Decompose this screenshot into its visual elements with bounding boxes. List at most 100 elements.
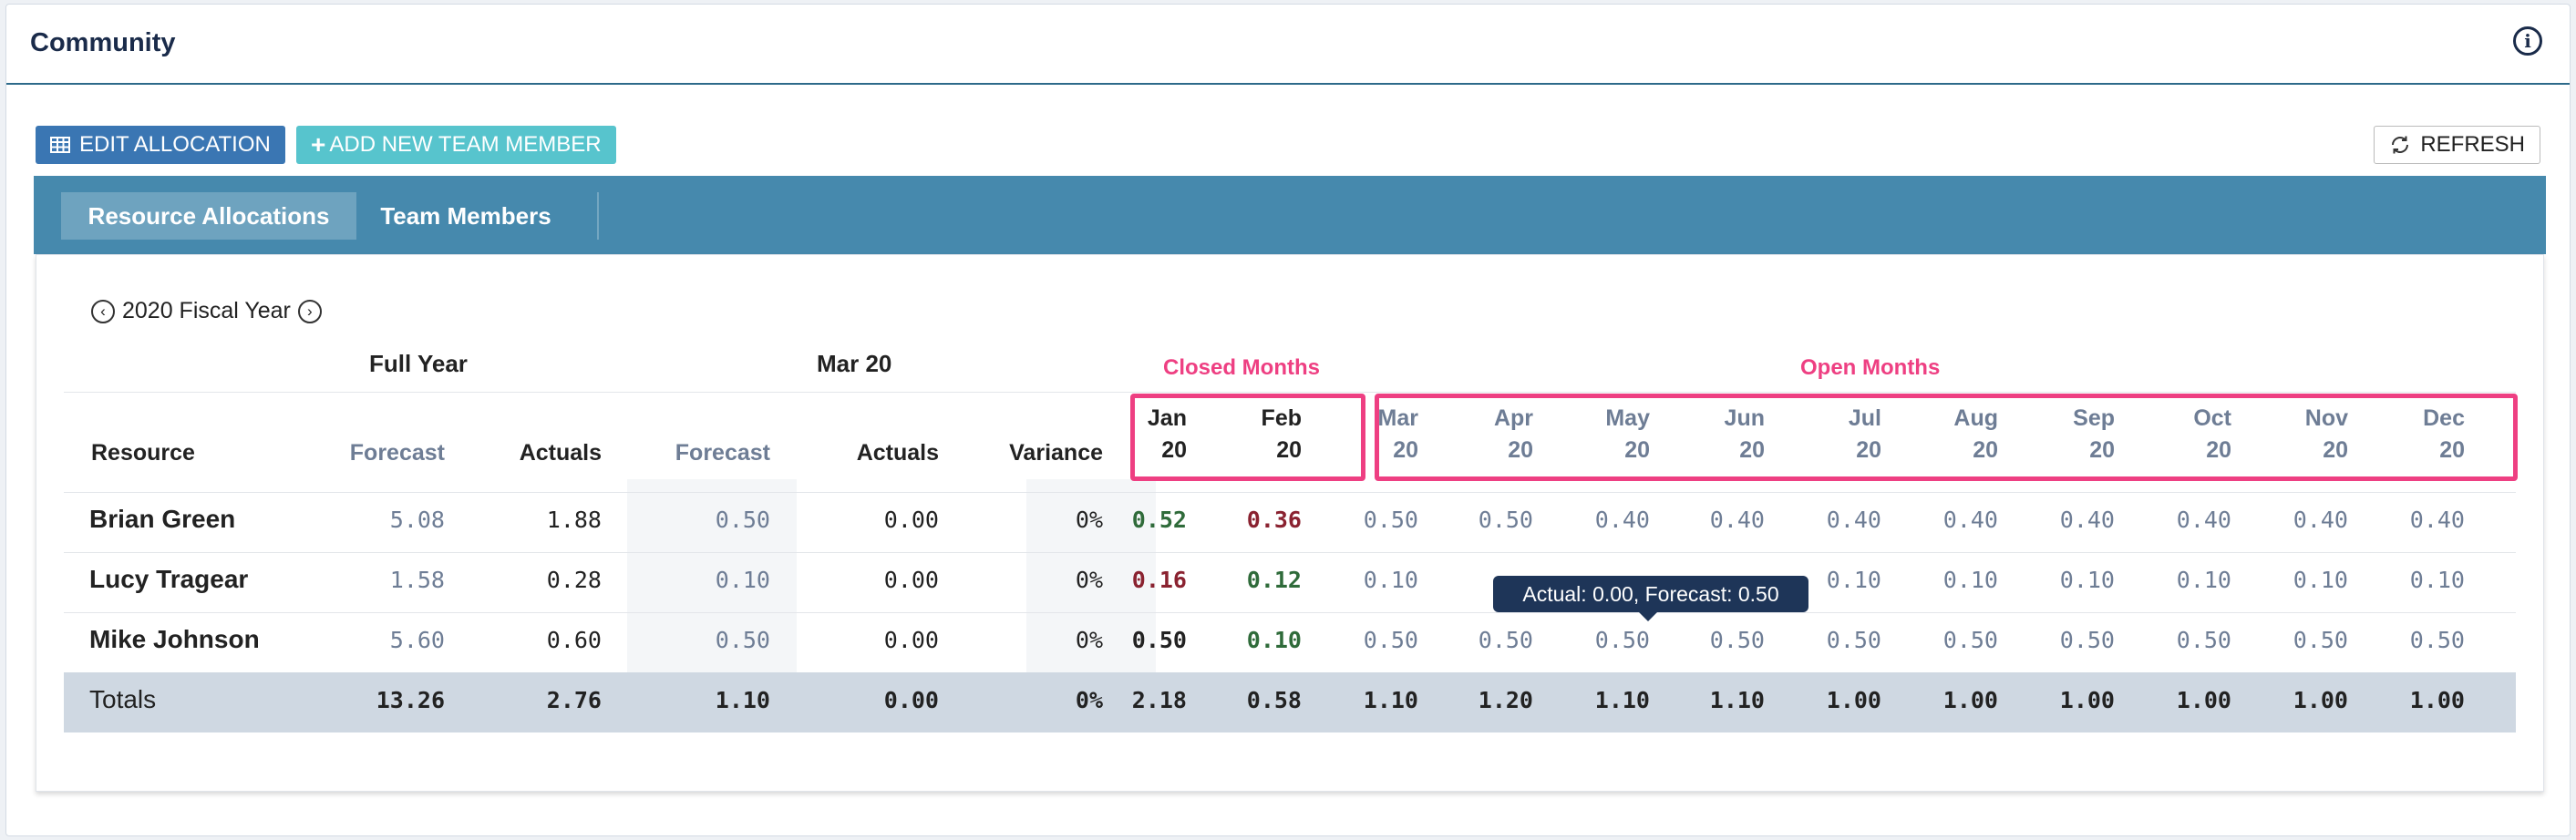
- chevron-right-icon[interactable]: ›: [297, 299, 322, 323]
- column-header-variance[interactable]: Variance: [966, 440, 1103, 466]
- tab-team-members[interactable]: Team Members: [364, 192, 568, 240]
- cell-fy-forecast: 5.60: [389, 627, 445, 653]
- cell-month: 0.10: [2293, 567, 2348, 593]
- cell-m-actuals: 0.00: [883, 507, 939, 533]
- resource-name: Mike Johnson: [89, 625, 260, 653]
- chevron-left-icon[interactable]: ‹: [91, 299, 115, 323]
- fiscal-year-label: 2020 Fiscal Year: [122, 298, 291, 323]
- divider: [64, 492, 2516, 493]
- cell-month: 0.50: [2409, 627, 2465, 653]
- edit-allocation-button[interactable]: EDIT ALLOCATION: [36, 126, 285, 164]
- resource-name: Brian Green: [89, 505, 236, 533]
- cell-month: 0.10: [1942, 567, 1998, 593]
- cell-month: 0.10: [1363, 567, 1418, 593]
- cell-m-actuals: 0.00: [883, 687, 939, 713]
- cell-month: 0.50: [1826, 627, 1881, 653]
- cell-m-actuals: 0.00: [883, 567, 939, 593]
- tab-resource-allocations[interactable]: Resource Allocations: [61, 192, 356, 240]
- cell-fy-actuals: 1.88: [546, 507, 602, 533]
- cell-month: 0.50: [1942, 627, 1998, 653]
- cell-month: 0.40: [2176, 507, 2231, 533]
- cell-month: 0.50: [1363, 627, 1418, 653]
- fiscal-year-nav: ‹ 2020 Fiscal Year ›: [91, 298, 322, 324]
- cell-month: 0.10: [1246, 627, 1302, 653]
- cell-month: 0.50: [1478, 507, 1533, 533]
- open-months-label: Open Months: [1800, 355, 1941, 380]
- cell-month: 0.10: [2176, 567, 2231, 593]
- cell-fy-forecast: 1.58: [389, 567, 445, 593]
- cell-month: 1.00: [2176, 687, 2231, 713]
- cell-m-actuals: 0.00: [883, 627, 939, 653]
- cell-month: 0.10: [2059, 567, 2115, 593]
- divider: [64, 392, 2516, 393]
- cell-month: 1.10: [1594, 687, 1650, 713]
- cell-month: 1.10: [1363, 687, 1418, 713]
- plus-icon: +: [311, 130, 326, 159]
- cell-month: 0.10: [2409, 567, 2465, 593]
- cell-tooltip: Actual: 0.00, Forecast: 0.50: [1493, 576, 1808, 621]
- cell-month: 1.00: [2059, 687, 2115, 713]
- cell-month: 0.40: [2293, 507, 2348, 533]
- cell-month: 0.52: [1131, 507, 1187, 533]
- community-panel: Community i EDIT ALLOCATION + ADD NEW TE…: [5, 4, 2571, 836]
- tooltip-text: Actual: 0.00, Forecast: 0.50: [1522, 581, 1779, 606]
- add-team-member-label: ADD NEW TEAM MEMBER: [329, 132, 602, 157]
- divider: [64, 612, 2516, 613]
- column-header-resource: Resource: [91, 440, 195, 466]
- tab-bar: Resource Allocations Team Members: [34, 176, 2546, 254]
- table-icon: [50, 137, 70, 153]
- refresh-icon: [2392, 136, 2409, 154]
- cell-month: 0.12: [1246, 567, 1302, 593]
- edit-allocation-label: EDIT ALLOCATION: [79, 132, 271, 157]
- cell-month: 1.00: [1942, 687, 1998, 713]
- cell-month: 1.10: [1709, 687, 1765, 713]
- cell-month: 0.40: [1594, 507, 1650, 533]
- current-month-group-header: Mar 20: [817, 350, 892, 377]
- info-icon[interactable]: i: [2513, 26, 2542, 56]
- cell-fy-forecast: 5.08: [389, 507, 445, 533]
- cell-month: 0.50: [2059, 627, 2115, 653]
- add-team-member-button[interactable]: + ADD NEW TEAM MEMBER: [296, 126, 616, 164]
- cell-m-forecast: 1.10: [715, 687, 770, 713]
- cell-fy-actuals: 0.60: [546, 627, 602, 653]
- cell-month: 0.40: [1942, 507, 1998, 533]
- cell-month: 0.50: [2176, 627, 2231, 653]
- closed-months-label: Closed Months: [1163, 355, 1320, 380]
- column-header-month-forecast[interactable]: Forecast: [634, 440, 770, 466]
- cell-m-forecast: 0.50: [715, 627, 770, 653]
- cell-m-forecast: 0.50: [715, 507, 770, 533]
- closed-months-highlight: [1130, 394, 1365, 481]
- cell-month: 0.16: [1131, 567, 1187, 593]
- refresh-label: REFRESH: [2420, 132, 2525, 157]
- panel-header: Community i: [6, 5, 2570, 85]
- totals-label: Totals: [89, 685, 157, 713]
- cell-month: 0.40: [2409, 507, 2465, 533]
- cell-month: 0.40: [2059, 507, 2115, 533]
- cell-month: 1.00: [2293, 687, 2348, 713]
- tab-divider: [597, 192, 599, 240]
- column-header-fy-forecast[interactable]: Forecast: [310, 440, 445, 466]
- cell-month: 1.00: [1826, 687, 1881, 713]
- column-header-fy-actuals[interactable]: Actuals: [465, 440, 602, 466]
- cell-month: 0.36: [1246, 507, 1302, 533]
- cell-month: 1.00: [2409, 687, 2465, 713]
- cell-month: 0.58: [1246, 687, 1302, 713]
- open-months-highlight: [1375, 394, 2518, 481]
- cell-month: 0.50: [1478, 627, 1533, 653]
- resource-name: Lucy Tragear: [89, 565, 249, 593]
- cell-month: 0.50: [1594, 627, 1650, 653]
- cell-month: 0.40: [1709, 507, 1765, 533]
- cell-month: 1.20: [1478, 687, 1533, 713]
- cell-month: 0.50: [1709, 627, 1765, 653]
- cell-fy-actuals: 0.28: [546, 567, 602, 593]
- divider: [64, 552, 2516, 553]
- cell-month: 0.50: [2293, 627, 2348, 653]
- cell-fy-actuals: 2.76: [546, 687, 602, 713]
- cell-month: 0.40: [1826, 507, 1881, 533]
- full-year-group-header: Full Year: [369, 350, 468, 377]
- column-header-month-actuals[interactable]: Actuals: [802, 440, 939, 466]
- page-title: Community: [30, 28, 176, 57]
- cell-month: 0.50: [1363, 507, 1418, 533]
- cell-month: 2.18: [1131, 687, 1187, 713]
- refresh-button[interactable]: REFRESH: [2374, 126, 2540, 164]
